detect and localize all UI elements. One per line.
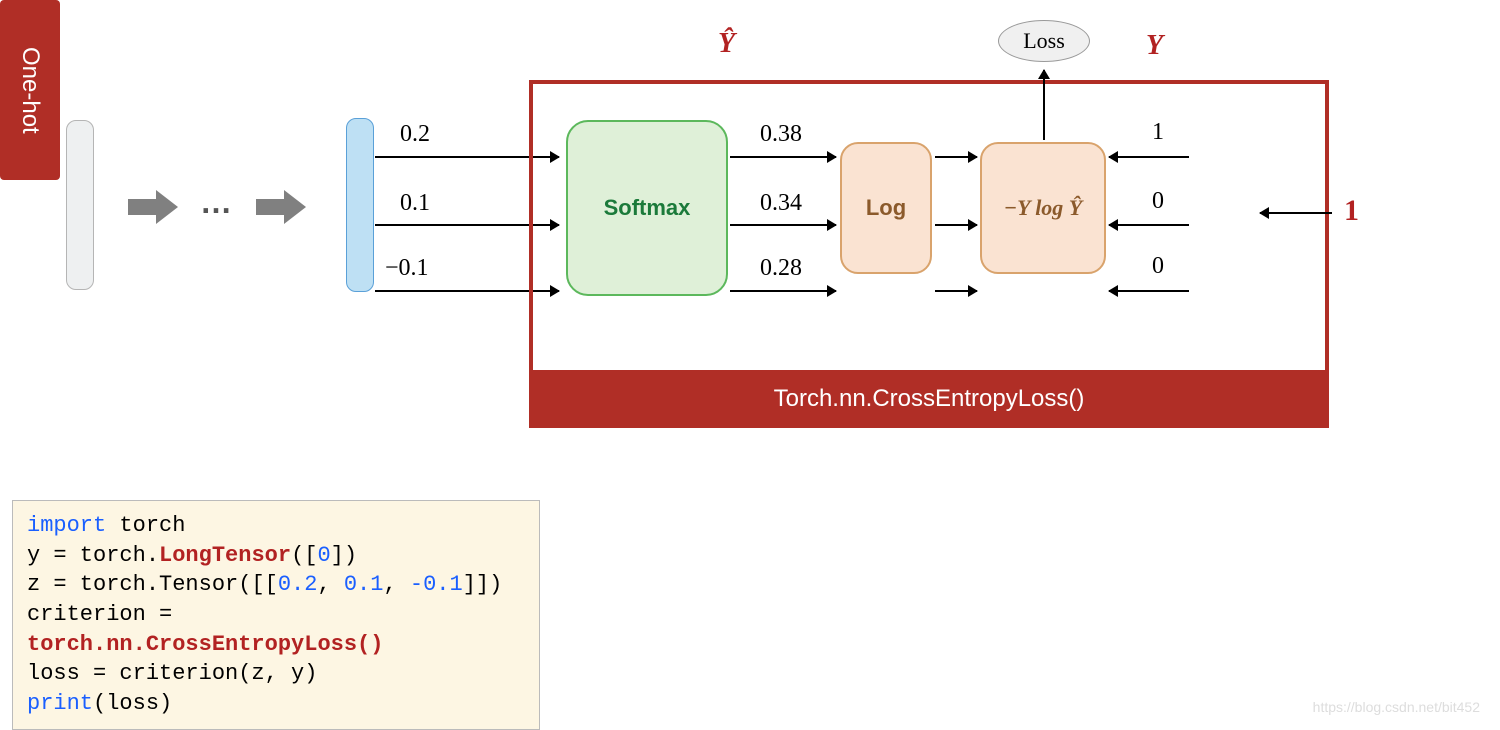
logit-2: −0.1	[385, 255, 429, 282]
onehot-label: One-hot	[16, 47, 44, 134]
loss-oval: Loss	[998, 20, 1090, 62]
arr-oh-1	[1109, 224, 1189, 226]
logit-0: 0.2	[400, 121, 430, 148]
y-label: Y	[1146, 30, 1163, 62]
onehot-box: One-hot	[0, 0, 60, 180]
log-box: Log	[840, 142, 932, 274]
input-tensor-pill	[66, 120, 94, 290]
softmax-box: Softmax	[566, 120, 728, 296]
onehot-1: 0	[1152, 188, 1164, 215]
arr-sm-2	[730, 290, 836, 292]
code-line-2: y = torch.LongTensor([0])	[27, 541, 525, 571]
crossentropy-caption-bar: Torch.nn.CrossEntropyLoss()	[529, 370, 1329, 428]
softmax-out-1: 0.34	[760, 190, 802, 217]
arr-oh-2	[1109, 290, 1189, 292]
code-block: import torch y = torch.LongTensor([0]) z…	[12, 500, 540, 730]
arr-log-1	[935, 224, 977, 226]
yhat-label: Ŷ	[718, 28, 735, 60]
input-one: 1	[1344, 194, 1359, 228]
softmax-out-0: 0.38	[760, 121, 802, 148]
watermark: https://blog.csdn.net/bit452	[1313, 699, 1480, 715]
code-line-5: loss = criterion(z, y)	[27, 659, 525, 689]
nll-label: −Y log Ŷ	[1004, 195, 1083, 221]
code-line-6: print(loss)	[27, 689, 525, 719]
arr-input-1	[1260, 212, 1332, 214]
softmax-label: Softmax	[604, 195, 691, 221]
arr-loss-up	[1043, 70, 1045, 140]
logit-1: 0.1	[400, 190, 430, 217]
logits-pill	[346, 118, 374, 292]
code-line-3: z = torch.Tensor([[0.2, 0.1, -0.1]])	[27, 570, 525, 600]
arr-log-0	[935, 156, 977, 158]
arrow-2	[256, 190, 308, 224]
code-line-1: import torch	[27, 511, 525, 541]
diagram-canvas: … 0.2 0.1 −0.1 Torch.nn.CrossEntropyLoss…	[0, 0, 1500, 725]
arr-sm-0	[730, 156, 836, 158]
onehot-0: 1	[1152, 119, 1164, 146]
ellipsis: …	[200, 184, 232, 221]
loss-label: Loss	[1023, 28, 1065, 54]
nll-box: −Y log Ŷ	[980, 142, 1106, 274]
arr-oh-0	[1109, 156, 1189, 158]
arrow-1	[128, 190, 180, 224]
code-line-4: criterion = torch.nn.CrossEntropyLoss()	[27, 600, 525, 659]
arr-sm-1	[730, 224, 836, 226]
caption-text: Torch.nn.CrossEntropyLoss()	[774, 385, 1085, 413]
onehot-2: 0	[1152, 253, 1164, 280]
softmax-out-2: 0.28	[760, 255, 802, 282]
log-label: Log	[866, 195, 906, 221]
arr-log-2	[935, 290, 977, 292]
